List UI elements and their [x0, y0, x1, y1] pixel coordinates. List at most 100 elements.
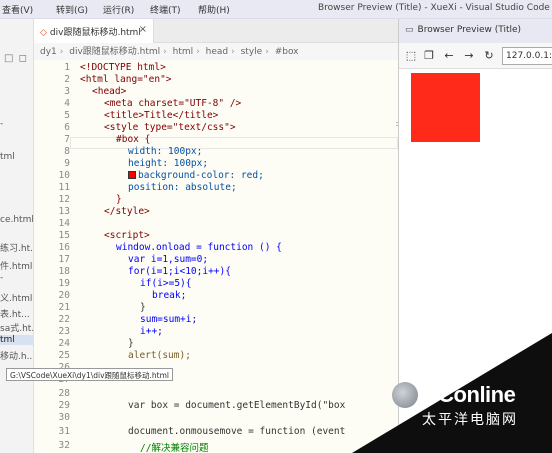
code-line: break; [152, 290, 187, 301]
code-line: //解决兼容问题 [140, 443, 209, 453]
close-icon[interactable]: × [139, 24, 147, 35]
breadcrumb: dy1 › div跟随鼠标移动.html › html › head › style › … [40, 44, 302, 60]
refresh-icon[interactable]: ↻ [483, 49, 495, 62]
explorer-panel: □ ◻ - tml ce.html 练习.ht... 件.html - 义.ht… [0, 19, 34, 453]
url-input[interactable]: 127.0.0.1:5 [502, 47, 552, 65]
explorer-item[interactable]: 表.ht... [0, 307, 30, 320]
menu-view[interactable]: 查看(V) [2, 3, 33, 16]
code-line: <!DOCTYPE html> [80, 62, 166, 73]
code-line: </style> [104, 206, 150, 217]
preview-toolbar: ⬚ ❐ ← → ↻ 127.0.0.1:5 [399, 43, 552, 69]
code-line: window.onload = function () { [116, 242, 282, 253]
chevron-right-icon: › [196, 47, 200, 57]
chevron-right-icon: › [265, 47, 269, 57]
forward-arrow-icon[interactable]: → [463, 49, 475, 62]
line-number: 24 [58, 338, 70, 349]
code-line: } [128, 338, 134, 349]
chevron-right-icon: › [59, 47, 64, 57]
breadcrumb-item[interactable]: head [206, 47, 228, 57]
explorer-item[interactable]: 移动.h... [0, 349, 33, 362]
code-line: position: absolute; [128, 182, 237, 193]
menu-terminal[interactable]: 终端(T) [150, 3, 181, 16]
code-line: var box = document.getElementById("box [128, 400, 346, 411]
line-number: 28 [58, 388, 70, 399]
breadcrumb-item[interactable]: dy1 [40, 47, 57, 57]
line-number: 2 [64, 74, 70, 85]
copy-icon[interactable]: ❐ [423, 49, 435, 62]
line-number: 31 [58, 426, 70, 437]
explorer-item[interactable]: ce.html [0, 215, 33, 225]
watermark-brand: PConline [424, 382, 516, 407]
code-line: <title>Title</title> [104, 110, 219, 121]
explorer-item[interactable]: 义.html [0, 291, 32, 304]
code-line: <head> [92, 86, 127, 97]
breadcrumb-item[interactable]: html [173, 47, 194, 57]
preview-tab-bar: ▭ Browser Preview (Title) [399, 19, 552, 43]
line-number: 22 [58, 314, 70, 325]
line-number: 14 [58, 218, 70, 229]
code-line: <style type="text/css"> [104, 122, 236, 133]
editor-tab-label: div跟随鼠标移动.html [49, 28, 141, 38]
inspect-icon[interactable]: ⬚ [405, 49, 417, 62]
editor-tab-active[interactable]: ◇ div跟随鼠标移动.html × [34, 19, 154, 43]
line-number: 32 [58, 440, 70, 451]
preview-tab[interactable]: ▭ Browser Preview (Title) [399, 19, 552, 43]
line-number: 18 [58, 266, 70, 277]
line-number: 17 [58, 254, 70, 265]
title-bar: 查看(V) 转到(G) 运行(R) 终端(T) 帮助(H) Browser Pr… [0, 0, 552, 19]
code-line: <html lang="en"> [80, 74, 172, 85]
line-number: 3 [64, 86, 70, 97]
watermark-subtitle: 太平洋电脑网 [422, 411, 518, 427]
line-number: 4 [64, 98, 70, 109]
breadcrumb-item[interactable]: style [241, 47, 263, 57]
breadcrumb-item[interactable]: div跟随鼠标移动.html [69, 47, 160, 57]
explorer-item-active[interactable]: tml [0, 335, 33, 345]
explorer-item[interactable]: - [0, 119, 3, 129]
browser-icon: ▭ [405, 25, 414, 35]
line-number: 7 [64, 134, 70, 145]
line-number: 29 [58, 400, 70, 411]
explorer-item[interactable]: 件.html [0, 259, 32, 272]
color-swatch[interactable] [128, 171, 136, 179]
code-editor[interactable]: 1 2 3 4 5 6 7 8 9 10 11 12 13 14 15 16 1… [34, 60, 398, 453]
line-number: 20 [58, 290, 70, 301]
code-line: height: 100px; [128, 158, 209, 169]
line-number: 13 [58, 206, 70, 217]
line-number: 19 [58, 278, 70, 289]
explorer-toolbar-icons[interactable]: □ ◻ [4, 53, 28, 64]
code-text: background-color: red; [138, 170, 264, 181]
pconline-logo-icon [392, 382, 418, 408]
menu-help[interactable]: 帮助(H) [198, 3, 230, 16]
line-number: 5 [64, 110, 70, 121]
code-line: if(i>=5){ [140, 278, 192, 289]
line-number: 1 [64, 62, 70, 73]
preview-tab-label: Browser Preview (Title) [417, 25, 522, 35]
line-number: 25 [58, 350, 70, 361]
code-line: i++; [140, 326, 163, 337]
red-box [411, 73, 480, 142]
window-title: Browser Preview (Title) - XueXi - Visual… [318, 3, 550, 13]
code-line: <script> [104, 230, 150, 241]
code-line: width: 100px; [128, 146, 203, 157]
line-number: 11 [58, 182, 70, 193]
line-number: 9 [64, 158, 70, 169]
line-number: 16 [58, 242, 70, 253]
code-line: sum=sum+i; [140, 314, 198, 325]
explorer-item[interactable]: 练习.ht... [0, 241, 33, 254]
menu-go[interactable]: 转到(G) [56, 3, 88, 16]
line-number: 30 [58, 412, 70, 423]
file-path-tooltip: G:\VSCode\XueXi\dy1\div跟随鼠标移动.html [6, 368, 173, 381]
line-number: 15 [58, 230, 70, 241]
code-line: document.onmousemove = function (event [128, 426, 346, 437]
chevron-right-icon: › [163, 47, 167, 57]
code-line: #box { [116, 134, 151, 145]
menu-run[interactable]: 运行(R) [103, 3, 134, 16]
explorer-item[interactable]: sa式.ht... [0, 321, 33, 334]
code-line: } [116, 194, 122, 205]
breadcrumb-item[interactable]: #box [275, 47, 299, 57]
code-line: } [140, 302, 146, 313]
explorer-item[interactable]: tml [0, 152, 15, 162]
explorer-item[interactable]: - [0, 273, 3, 283]
back-arrow-icon[interactable]: ← [443, 49, 455, 62]
line-number: 21 [58, 302, 70, 313]
